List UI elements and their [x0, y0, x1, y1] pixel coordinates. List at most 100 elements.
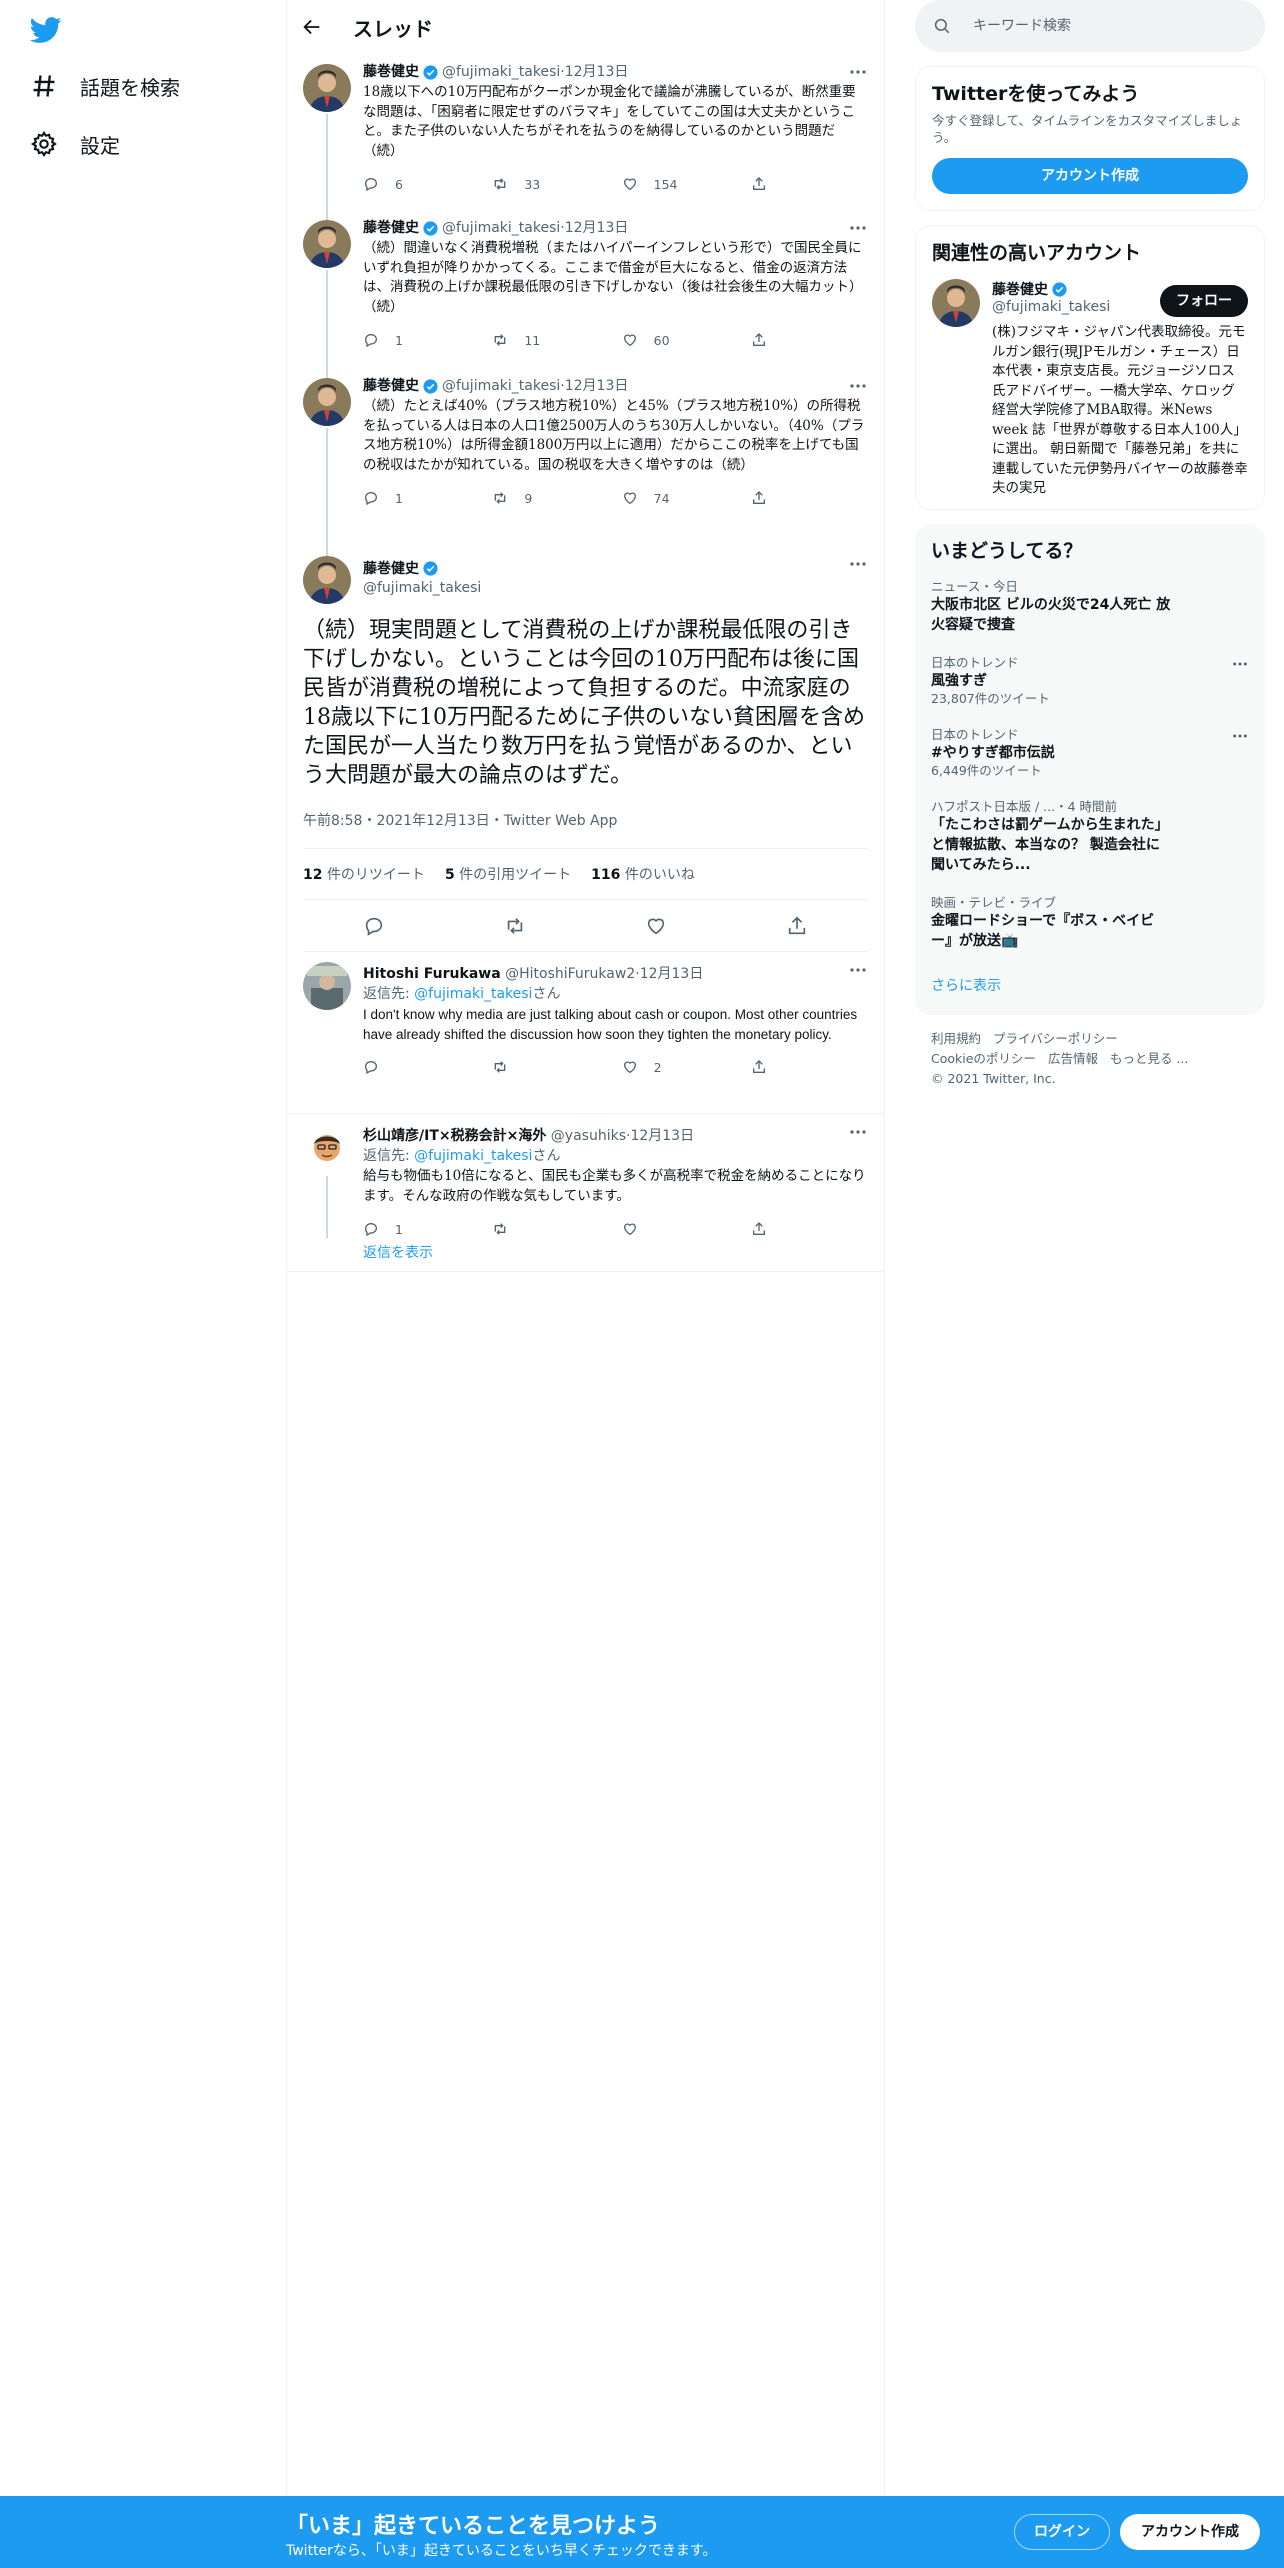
twitter-logo-icon[interactable]: [30, 14, 62, 46]
thread-tweet[interactable]: 藤巻健史 @fujimaki_takesi · 12月13日 （続）間違いなく消…: [287, 210, 884, 368]
reply-tweet[interactable]: 杉山靖彦/IT×税務会計×海外 @yasuhiks · 12月13日 返信先: …: [287, 1114, 884, 1238]
reply-button[interactable]: 1: [363, 1221, 492, 1237]
user-name[interactable]: 藤巻健史: [363, 218, 419, 238]
reply-icon: [363, 490, 395, 506]
retweet-button[interactable]: [492, 1221, 621, 1237]
share-button[interactable]: [751, 176, 783, 192]
quotes-stat[interactable]: 5 件の引用ツイート: [445, 864, 571, 884]
likes-stat[interactable]: 116 件のいいね: [591, 864, 695, 884]
more-options-icon[interactable]: [848, 376, 868, 396]
share-icon: [751, 490, 783, 506]
reply-tweet[interactable]: Hitoshi Furukawa @HitoshiFurukaw2 · 12月1…: [287, 952, 884, 1114]
trend-item[interactable]: 日本のトレンド #やりすぎ都市伝説 6,449件のツイート: [915, 717, 1265, 789]
share-button[interactable]: [751, 490, 783, 506]
reply-icon[interactable]: [363, 915, 385, 937]
user-handle[interactable]: @HitoshiFurukaw2: [505, 964, 635, 984]
tweet-time[interactable]: 12月13日: [565, 62, 629, 82]
more-options-icon[interactable]: [848, 218, 868, 238]
reply-button[interactable]: 6: [363, 176, 492, 192]
user-name[interactable]: Hitoshi Furukawa: [363, 964, 501, 984]
retweet-button[interactable]: 9: [492, 490, 621, 506]
like-button[interactable]: 74: [622, 490, 751, 506]
retweet-icon: [492, 332, 524, 348]
more-options-icon[interactable]: [848, 62, 868, 82]
more-options-icon[interactable]: [848, 554, 868, 574]
trend-item[interactable]: 映画・テレビ・ライブ 金曜ロードショーで『ボス・ベイビー』が放送📺: [915, 885, 1265, 961]
trend-context: ニュース・今日: [931, 578, 1018, 594]
account-item[interactable]: フォロー 藤巻健史 @fujimaki_takesi (株)フジマキ・ジャパン代…: [916, 265, 1264, 509]
retweet-button[interactable]: 33: [492, 176, 621, 192]
avatar[interactable]: [932, 279, 980, 327]
reply-button[interactable]: [363, 1059, 492, 1075]
trend-item[interactable]: 日本のトレンド 風強すぎ 23,807件のツイート: [915, 645, 1265, 717]
thread-tweet[interactable]: 藤巻健史 @fujimaki_takesi · 12月13日 （続）たとえば40…: [287, 368, 884, 546]
relevant-title: 関連性の高いアカウント: [932, 242, 1142, 264]
avatar[interactable]: [303, 556, 351, 604]
thread-column: スレッド 藤巻健史 @fujimaki_takesi · 12月13日 18歳以…: [286, 0, 885, 2496]
retweets-stat[interactable]: 12 件のリツイート: [303, 864, 425, 884]
avatar[interactable]: [303, 378, 351, 426]
avatar[interactable]: [303, 220, 351, 268]
back-arrow-icon[interactable]: [301, 16, 323, 38]
retweet-icon: [492, 490, 524, 506]
user-handle[interactable]: @yasuhiks: [551, 1126, 626, 1146]
like-button[interactable]: 2: [622, 1059, 751, 1075]
footer-link[interactable]: Cookieのポリシー: [931, 1051, 1036, 1066]
share-icon[interactable]: [786, 915, 808, 937]
footer-link[interactable]: もっと見る ...: [1110, 1051, 1188, 1066]
nav-settings[interactable]: 設定: [30, 124, 120, 164]
heart-icon[interactable]: [645, 915, 667, 937]
like-button[interactable]: [622, 1221, 751, 1237]
user-name[interactable]: 藤巻健史: [363, 376, 419, 396]
search-box[interactable]: [915, 0, 1265, 52]
reply-button[interactable]: 1: [363, 490, 492, 506]
tweet-time[interactable]: 12月13日: [565, 376, 629, 396]
show-more-link[interactable]: さらに表示: [915, 961, 1265, 1015]
more-options-icon[interactable]: [848, 960, 868, 980]
follow-button[interactable]: フォロー: [1160, 285, 1248, 317]
share-button[interactable]: [751, 332, 783, 348]
user-handle[interactable]: @fujimaki_takesi: [442, 218, 560, 238]
trends-card: いまどうしてる？ ニュース・今日 大阪市北区 ビルの火災で24人死亡 放火容疑で…: [915, 523, 1265, 1015]
tweet-time[interactable]: 12月13日: [565, 218, 629, 238]
gear-icon: [30, 130, 58, 158]
search-input[interactable]: [973, 18, 1223, 34]
signup-button[interactable]: アカウント作成: [1120, 2514, 1260, 2550]
like-button[interactable]: 60: [622, 332, 751, 348]
footer-link[interactable]: プライバシーポリシー: [993, 1031, 1118, 1046]
main-tweet-user[interactable]: 藤巻健史 @fujimaki_takesi: [363, 546, 868, 612]
tweet-timestamp[interactable]: 午前8:58・2021年12月13日・Twitter Web App: [303, 806, 868, 836]
retweet-button[interactable]: [492, 1059, 621, 1075]
tweet-time[interactable]: 12月13日: [630, 1126, 694, 1146]
more-options-icon[interactable]: [848, 1122, 868, 1142]
like-button[interactable]: 154: [622, 176, 751, 192]
avatar[interactable]: [303, 64, 351, 112]
retweet-button[interactable]: 11: [492, 332, 621, 348]
trend-item[interactable]: ハフポスト日本版 / ...・4 時間前 「たこわさは罰ゲームから生まれた」と情…: [915, 789, 1265, 885]
user-name[interactable]: 藤巻健史: [363, 62, 419, 82]
footer-link[interactable]: 利用規約: [931, 1031, 981, 1046]
user-handle[interactable]: @fujimaki_takesi: [442, 376, 560, 396]
nav-explore[interactable]: 話題を検索: [30, 66, 180, 106]
left-nav: 話題を検索 設定: [0, 0, 286, 2496]
retweet-icon[interactable]: [504, 915, 526, 937]
trend-item[interactable]: ニュース・今日 大阪市北区 ビルの火災で24人死亡 放火容疑で捜査: [915, 569, 1265, 645]
reply-to-link[interactable]: @fujimaki_takesi: [414, 986, 532, 1002]
footer-link[interactable]: 広告情報: [1048, 1051, 1098, 1066]
more-options-icon[interactable]: [1231, 655, 1249, 673]
more-options-icon[interactable]: [1231, 727, 1249, 745]
user-handle[interactable]: @fujimaki_takesi: [442, 62, 560, 82]
reply-count: 6: [395, 176, 403, 192]
avatar[interactable]: [303, 962, 351, 1010]
login-button[interactable]: ログイン: [1014, 2514, 1110, 2550]
reply-to-link[interactable]: @fujimaki_takesi: [414, 1148, 532, 1164]
tweet-time[interactable]: 12月13日: [640, 964, 704, 984]
share-button[interactable]: [751, 1059, 783, 1075]
thread-tweet[interactable]: 藤巻健史 @fujimaki_takesi · 12月13日 18歳以下への10…: [287, 54, 884, 210]
user-name[interactable]: 杉山靖彦/IT×税務会計×海外: [363, 1126, 546, 1146]
avatar[interactable]: [303, 1124, 351, 1172]
reply-button[interactable]: 1: [363, 332, 492, 348]
share-button[interactable]: [751, 1221, 783, 1237]
create-account-button[interactable]: アカウント作成: [932, 158, 1248, 194]
verified-badge-icon: [422, 560, 439, 577]
